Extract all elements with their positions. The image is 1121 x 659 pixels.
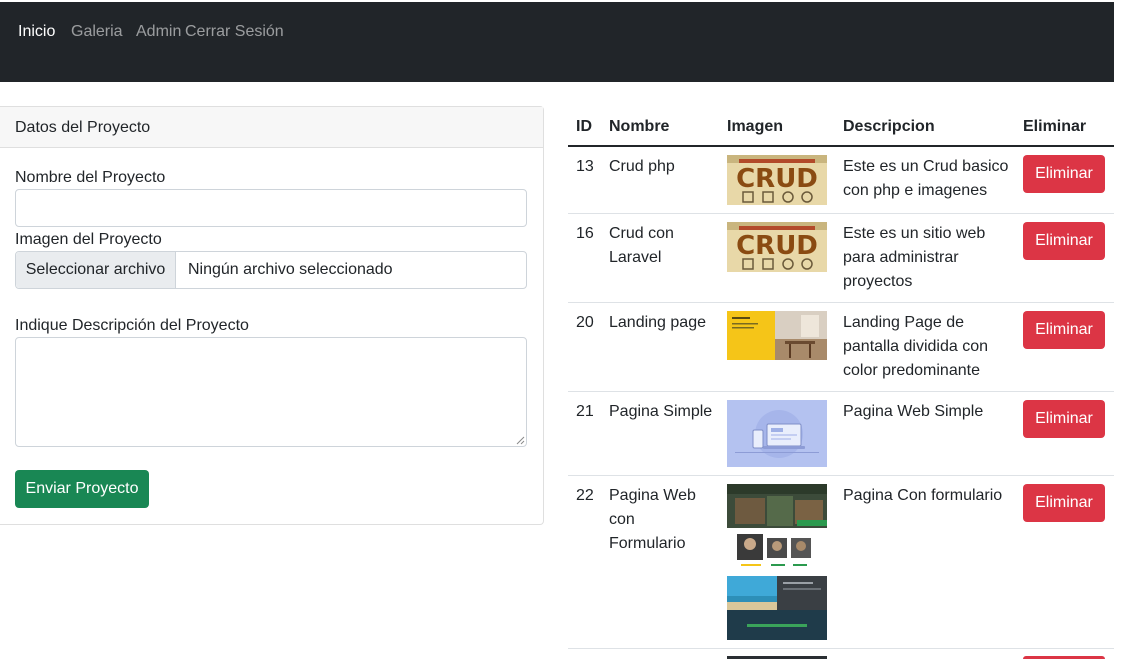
nav-galeria-link[interactable]: Galeria (71, 22, 123, 42)
row-divider (568, 391, 1114, 392)
row-divider (568, 213, 1114, 214)
col-header-imagen: Imagen (727, 118, 784, 135)
col-header-descripcion: Descripcion (843, 118, 935, 135)
row-id: 22 (576, 487, 594, 504)
delete-button[interactable]: Eliminar (1023, 155, 1105, 193)
col-header-id: ID (576, 118, 592, 135)
row-nombre: Crud con Laravel (609, 225, 674, 266)
project-description-textarea[interactable] (15, 337, 527, 447)
row-divider (568, 302, 1114, 303)
row-descripcion: Pagina Con formulario (843, 487, 1003, 504)
row-descripcion: Landing Page de pantalla dividida con co… (843, 314, 988, 379)
row-id: 20 (576, 314, 594, 331)
row-descripcion: Este es un sitio web para administrar pr… (843, 225, 986, 290)
project-description-label: Indique Descripción del Proyecto (15, 317, 249, 334)
delete-button[interactable]: Eliminar (1023, 222, 1105, 260)
choose-file-button[interactable]: Seleccionar archivo (16, 252, 176, 288)
landing-thumbnail-image (727, 311, 827, 360)
row-divider (568, 648, 1114, 649)
row-divider (568, 475, 1114, 476)
row-id: 13 (576, 158, 594, 175)
row-id: 21 (576, 403, 594, 420)
svg-text:CRUD: CRUD (736, 231, 818, 261)
card-header: Datos del Proyecto (0, 107, 543, 148)
project-name-label: Nombre del Proyecto (15, 169, 166, 186)
simple-thumbnail-image (727, 400, 827, 467)
row-nombre: Pagina Simple (609, 403, 713, 420)
crud-thumbnail-image: CRUD (727, 222, 827, 272)
project-image-file-input[interactable]: Seleccionar archivo Ningún archivo selec… (15, 251, 527, 289)
row-nombre: Landing page (609, 314, 706, 331)
form-page-thumbnail-image (727, 484, 827, 640)
resize-grip-icon[interactable] (516, 436, 525, 445)
delete-button[interactable]: Eliminar (1023, 484, 1105, 522)
row-nombre: Pagina Web con Formulario (609, 487, 696, 552)
project-form-card: Datos del Proyecto Nombre del Proyecto I… (0, 106, 544, 525)
col-header-nombre: Nombre (609, 118, 670, 135)
row-nombre: Crud php (609, 158, 675, 175)
file-status-text: Ningún archivo seleccionado (188, 261, 393, 278)
row-descripcion: Este es un Crud basico con php e imagene… (843, 158, 1009, 199)
delete-button[interactable]: Eliminar (1023, 400, 1105, 438)
nav-logout-link[interactable]: Cerrar Sesión (185, 22, 284, 42)
table-header-divider (568, 145, 1114, 147)
delete-button[interactable]: Eliminar (1023, 311, 1105, 349)
col-header-eliminar: Eliminar (1023, 118, 1087, 135)
project-name-input[interactable] (15, 189, 527, 227)
row-descripcion: Pagina Web Simple (843, 403, 984, 420)
submit-project-button[interactable]: Enviar Proyecto (15, 470, 149, 508)
card-title: Datos del Proyecto (15, 119, 151, 136)
crud-thumbnail-image: CRUD (727, 155, 827, 205)
nav-admin-link[interactable]: Admin (136, 22, 181, 42)
navbar: Inicio Galeria Admin Cerrar Sesión (0, 2, 1114, 82)
project-image-label: Imagen del Proyecto (15, 231, 162, 248)
svg-text:CRUD: CRUD (736, 164, 818, 194)
row-id: 16 (576, 225, 594, 242)
nav-inicio-link[interactable]: Inicio (18, 22, 55, 42)
